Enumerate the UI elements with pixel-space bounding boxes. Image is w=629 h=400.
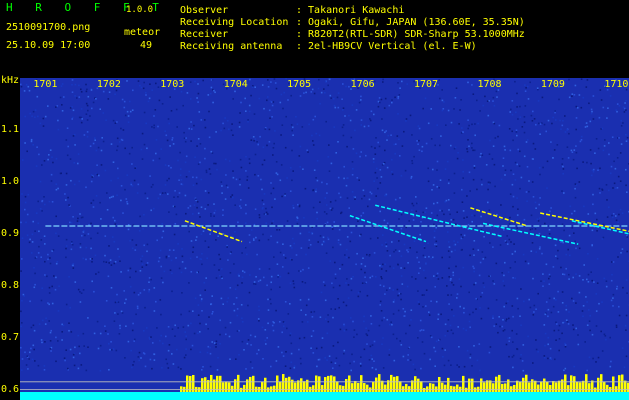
x-tick-label: 1710 (604, 79, 629, 90)
info-label-receiver: Receiver (180, 29, 229, 40)
info-value-receiver: : R820T2(RTL-SDR) SDR-Sharp 53.1000MHz (296, 29, 525, 40)
app-version: 1.0.0 (126, 5, 154, 15)
date-time: 25.10.09 17:00 (6, 40, 91, 51)
spectrogram (20, 78, 629, 400)
y-tick-label: 1.1 (1, 123, 20, 135)
level-strip (20, 392, 629, 400)
info-label-location: Receiving Location (180, 17, 289, 28)
x-tick-label: 1702 (96, 79, 121, 90)
x-tick-label: 1706 (350, 79, 375, 90)
info-value-antenna: : 2el-HB9CV Vertical (el. E-W) (296, 41, 477, 52)
x-tick-label: 1709 (540, 79, 565, 90)
y-tick-label: 0.6 (1, 383, 20, 395)
info-value-observer: : Takanori Kawachi (296, 5, 405, 16)
x-tick-label: 1707 (414, 79, 439, 90)
x-tick-label: 1704 (223, 79, 248, 90)
info-label-observer: Observer (180, 5, 229, 16)
info-value-location: : Ogaki, Gifu, JAPAN (136.60E, 35.35N) (296, 17, 525, 28)
y-tick-label: 0.9 (1, 227, 20, 239)
file-name: 2510091700.png (6, 22, 91, 33)
info-label-antenna: Receiving antenna (180, 41, 283, 52)
x-tick-label: 1703 (160, 79, 185, 90)
y-tick-label: 0.8 (1, 279, 20, 291)
x-tick-label: 1701 (33, 79, 58, 90)
header-panel: H R O F F T 1.0.0 2510091700.png meteor … (0, 0, 629, 75)
y-tick-label: 1.0 (1, 175, 20, 187)
x-tick-label: 1708 (477, 79, 502, 90)
y-axis-unit: kHz (1, 75, 20, 86)
y-tick-label: 0.7 (1, 331, 20, 343)
meteor-count: 49 (140, 40, 153, 51)
x-tick-label: 1705 (287, 79, 312, 90)
mode-label: meteor (124, 27, 161, 38)
